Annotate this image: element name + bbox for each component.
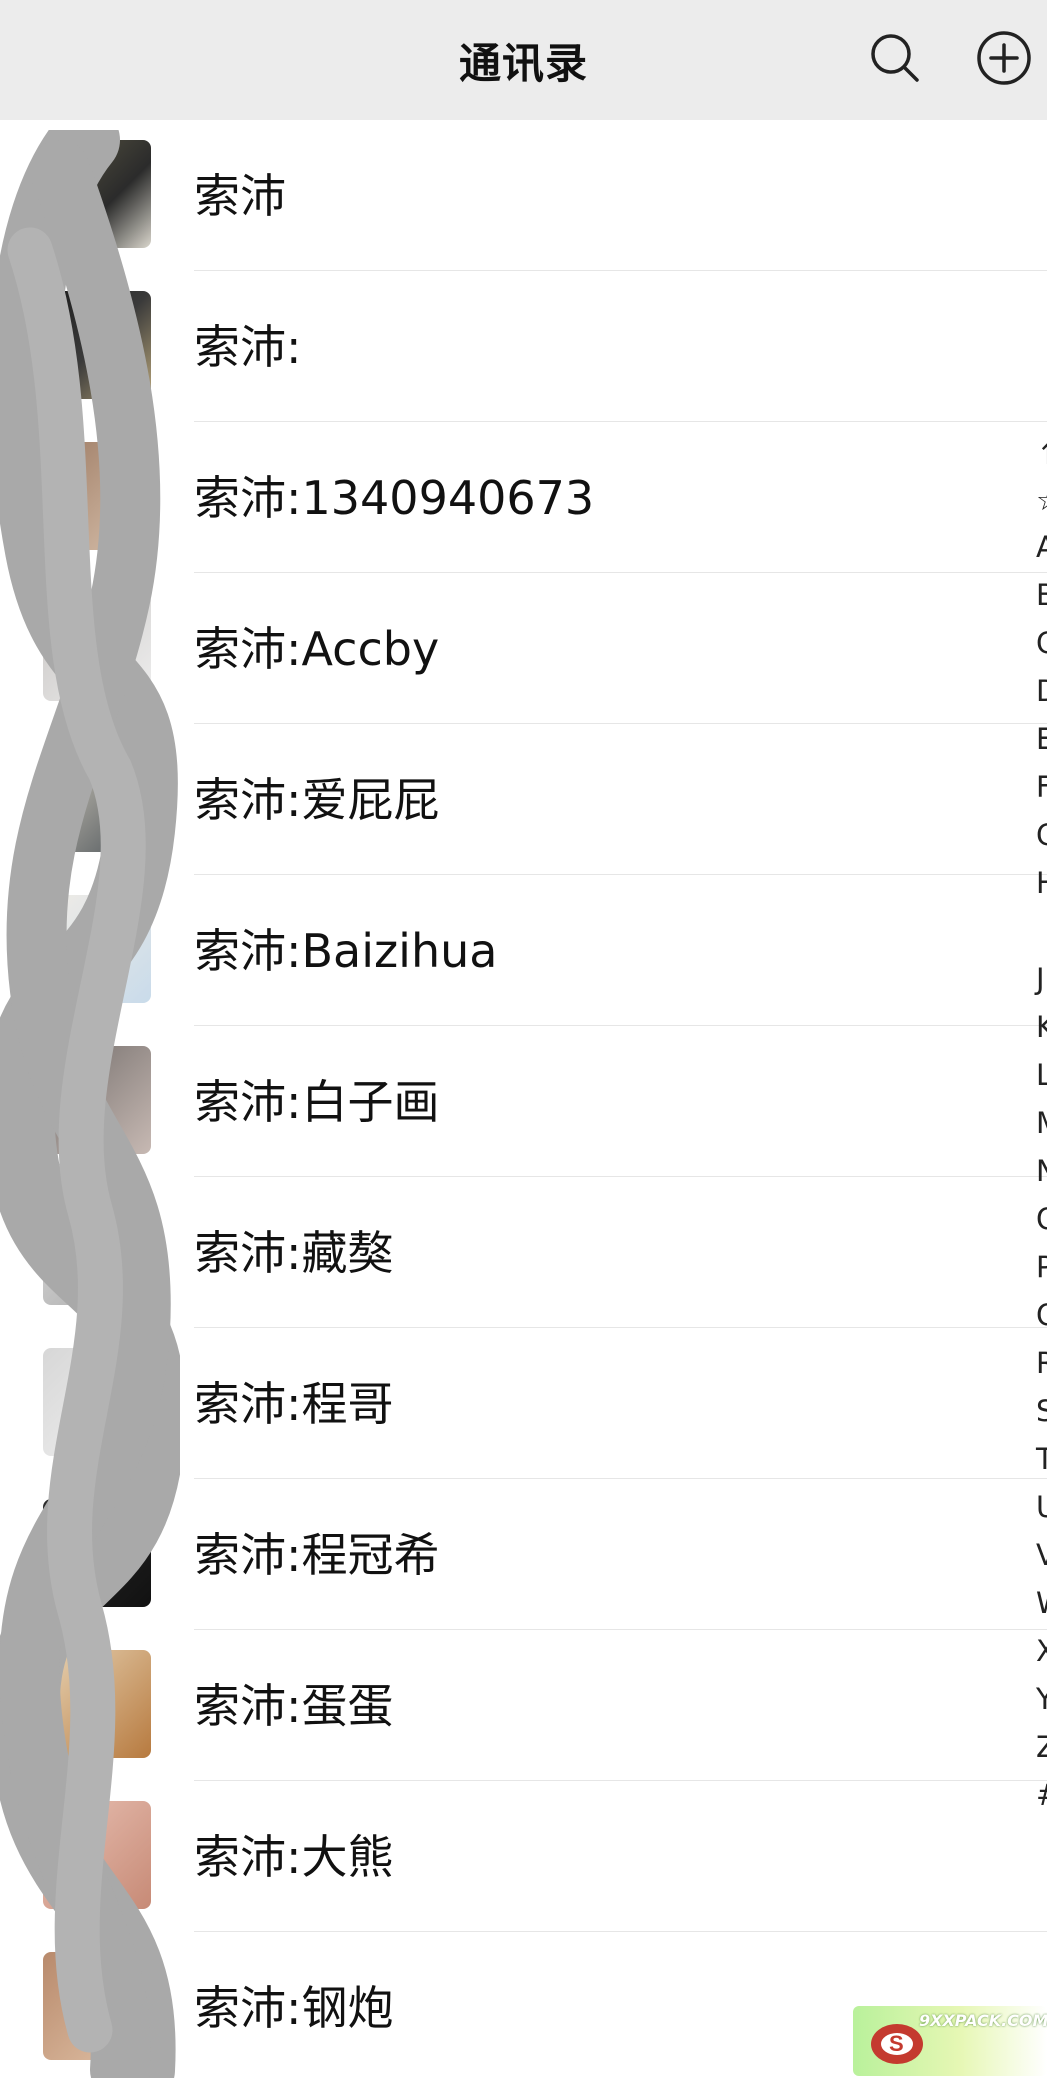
list-item[interactable]: 索沛:	[0, 271, 1047, 422]
contact-name: 索沛:	[194, 320, 302, 374]
index-letter[interactable]: G	[1036, 818, 1047, 852]
index-letter[interactable]: A	[1036, 530, 1047, 564]
index-letter[interactable]: ↑	[1036, 437, 1047, 471]
watermark-logo-icon: S	[871, 2024, 923, 2064]
list-item[interactable]: 索沛:白子画	[0, 1026, 1047, 1177]
avatar	[43, 744, 151, 852]
avatar	[43, 1348, 151, 1456]
contact-name: 索沛	[194, 169, 286, 223]
contact-name: 索沛:钢炮	[194, 1981, 394, 2035]
contact-name: 索沛:Accby	[194, 622, 440, 676]
contact-name: 索沛:程冠希	[194, 1528, 440, 1582]
contact-list: 索沛 索沛: 索沛:1340940673 索沛:Accby 索沛:爱屁屁 索沛:…	[0, 120, 1047, 2083]
index-letter[interactable]: U	[1036, 1490, 1047, 1524]
list-item[interactable]: 索沛:1340940673	[0, 422, 1047, 573]
index-letter[interactable]: P	[1036, 1250, 1047, 1284]
index-letter[interactable]: B	[1036, 578, 1047, 612]
avatar	[43, 291, 151, 399]
avatar	[43, 442, 151, 550]
list-item[interactable]: 索沛:藏獒	[0, 1177, 1047, 1328]
avatar	[43, 1952, 151, 2060]
index-letter[interactable]: ☆	[1036, 483, 1047, 517]
search-icon[interactable]	[867, 30, 923, 86]
list-item[interactable]: 索沛:大熊	[0, 1781, 1047, 1932]
index-letter[interactable]: Y	[1036, 1682, 1047, 1716]
list-item[interactable]: 索沛:程哥	[0, 1328, 1047, 1479]
contact-name: 索沛:藏獒	[194, 1226, 394, 1280]
index-letter[interactable]: K	[1036, 1010, 1047, 1044]
index-letter[interactable]: J	[1036, 962, 1045, 996]
add-circle-icon[interactable]	[976, 30, 1032, 86]
top-bar: 通讯录	[0, 0, 1047, 120]
contact-name: 索沛:白子画	[194, 1075, 440, 1129]
watermark: S 9XXPACK.COM	[853, 2006, 1047, 2076]
contact-name: 索沛:1340940673	[194, 471, 595, 525]
index-letter[interactable]: H	[1036, 866, 1047, 900]
index-letter[interactable]: M	[1036, 1106, 1047, 1140]
index-letter[interactable]: R	[1036, 1346, 1047, 1380]
index-letter[interactable]: X	[1036, 1634, 1047, 1668]
index-letter[interactable]: #	[1036, 1778, 1047, 1812]
avatar	[43, 1499, 151, 1607]
avatar	[43, 1650, 151, 1758]
list-item[interactable]: 索沛:Accby	[0, 573, 1047, 724]
contact-name: 索沛:爱屁屁	[194, 773, 440, 827]
index-letter[interactable]: W	[1036, 1586, 1047, 1620]
avatar	[43, 140, 151, 248]
svg-text:S: S	[889, 2031, 904, 2056]
index-letter[interactable]: C	[1036, 626, 1047, 660]
watermark-text: 9XXPACK.COM	[919, 2011, 1047, 2030]
list-item[interactable]: 索沛:Baizihua	[0, 875, 1047, 1026]
index-letter[interactable]: V	[1036, 1538, 1047, 1572]
index-letter[interactable]: D	[1036, 674, 1047, 708]
index-letter[interactable]: O	[1036, 1202, 1047, 1236]
index-letter[interactable]: F	[1036, 770, 1047, 804]
contact-name: 索沛:程哥	[194, 1377, 394, 1431]
avatar	[43, 1801, 151, 1909]
avatar	[43, 1046, 151, 1154]
index-letter[interactable]: N	[1036, 1154, 1047, 1188]
list-item[interactable]: 索沛	[0, 120, 1047, 271]
contact-name: 索沛:蛋蛋	[194, 1679, 394, 1733]
avatar	[43, 895, 151, 1003]
avatar	[43, 1197, 151, 1305]
avatar	[43, 593, 151, 701]
index-letter[interactable]: E	[1036, 722, 1047, 756]
index-letter[interactable]: Q	[1036, 1298, 1047, 1332]
list-item[interactable]: 索沛:程冠希	[0, 1479, 1047, 1630]
list-item[interactable]: 索沛:爱屁屁	[0, 724, 1047, 875]
index-letter[interactable]: Z	[1036, 1730, 1047, 1764]
index-letter[interactable]: S	[1036, 1394, 1047, 1428]
list-item[interactable]: 索沛:蛋蛋	[0, 1630, 1047, 1781]
contact-name: 索沛:Baizihua	[194, 924, 498, 978]
contact-name: 索沛:大熊	[194, 1830, 394, 1884]
index-letter[interactable]: L	[1036, 1058, 1047, 1092]
index-letter[interactable]: T	[1036, 1442, 1047, 1476]
